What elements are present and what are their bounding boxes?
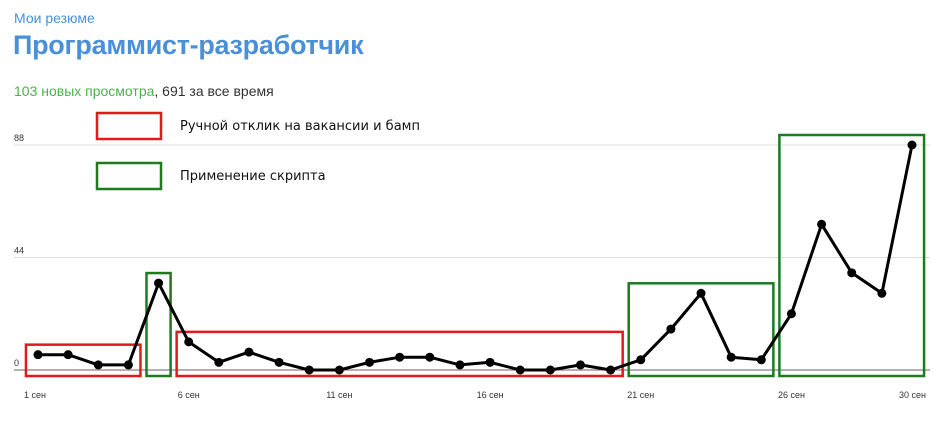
x-tick-label: 1 сен <box>24 390 46 400</box>
data-point[interactable] <box>877 288 887 298</box>
x-tick-label: 6 сен <box>178 390 200 400</box>
x-tick-label: 16 сен <box>477 390 504 400</box>
data-point[interactable] <box>756 355 766 365</box>
y-axis-ticks: 0 44 88 <box>14 133 24 368</box>
data-point[interactable] <box>726 352 736 362</box>
data-point[interactable] <box>123 360 133 370</box>
x-tick-label: 26 сен <box>778 390 805 400</box>
chart-grid <box>14 144 930 371</box>
x-tick-label: 11 сен <box>326 390 352 400</box>
y-tick-label: 44 <box>14 246 24 256</box>
data-point[interactable] <box>154 278 164 288</box>
data-point[interactable] <box>606 365 616 375</box>
data-point[interactable] <box>365 357 375 367</box>
script-usage-box <box>778 133 926 378</box>
data-point[interactable] <box>515 365 525 375</box>
data-point[interactable] <box>395 352 405 362</box>
legend-swatch <box>95 161 163 191</box>
data-point[interactable] <box>786 309 796 319</box>
data-point[interactable] <box>214 357 224 367</box>
data-point[interactable] <box>244 347 254 357</box>
y-tick-label: 88 <box>14 133 24 143</box>
x-tick-label: 21 сен <box>627 390 654 400</box>
data-point[interactable] <box>455 360 465 370</box>
views-chart: 0 44 88 1 сен 6 сен 11 сен 16 сен 21 сен 26 сен… <box>14 111 930 400</box>
data-point[interactable] <box>425 352 435 362</box>
y-tick-label: 0 <box>14 358 19 368</box>
data-point[interactable] <box>907 140 917 150</box>
legend: Ручной отклик на вакансии и бамп Применен… <box>95 111 420 191</box>
data-point[interactable] <box>545 365 555 375</box>
data-point[interactable] <box>274 357 284 367</box>
x-axis-ticks: 1 сен 6 сен 11 сен 16 сен 21 сен 26 сен 30 сен <box>24 390 926 400</box>
data-point[interactable] <box>93 360 103 370</box>
data-point[interactable] <box>304 365 314 375</box>
legend-label: Применение скрипта <box>180 169 326 184</box>
data-point[interactable] <box>666 324 676 334</box>
data-point[interactable] <box>485 357 495 367</box>
data-point[interactable] <box>33 350 43 360</box>
script-usage-box <box>145 271 172 378</box>
data-point[interactable] <box>575 360 585 370</box>
x-tick-label: 30 сен <box>899 390 926 400</box>
data-point[interactable] <box>696 288 706 298</box>
data-point[interactable] <box>847 268 857 278</box>
data-point[interactable] <box>817 219 827 229</box>
legend-swatch <box>95 111 163 141</box>
data-point[interactable] <box>334 365 344 375</box>
legend-label: Ручной отклик на вакансии и бамп <box>180 119 420 134</box>
data-point[interactable] <box>63 350 73 360</box>
data-point[interactable] <box>184 337 194 347</box>
data-point[interactable] <box>636 355 646 365</box>
